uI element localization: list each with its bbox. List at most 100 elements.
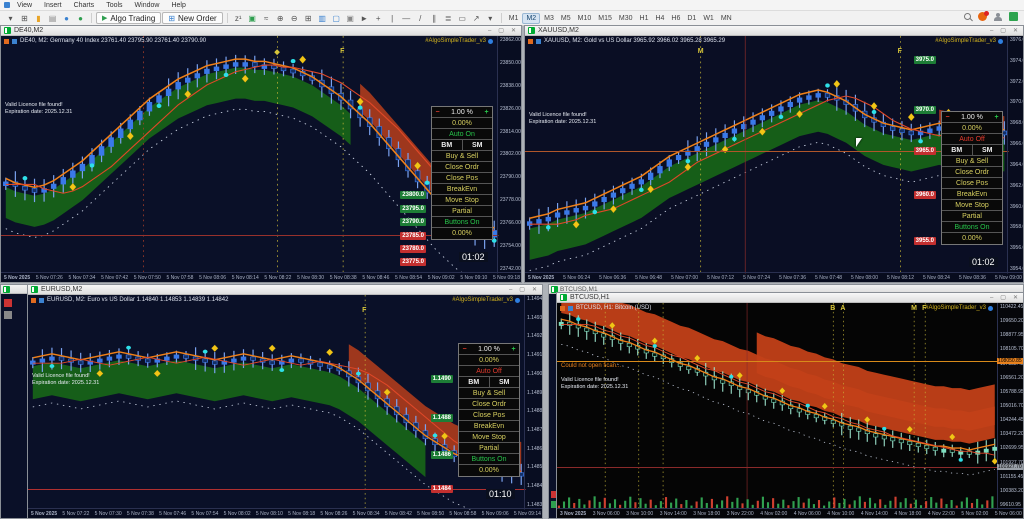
menu-tools[interactable]: Tools	[101, 2, 127, 9]
timeframe-H6[interactable]: H6	[668, 14, 683, 23]
chart-plot-btc[interactable]	[557, 303, 999, 510]
arrows-icon[interactable]: ↗	[470, 12, 483, 24]
shapes-icon[interactable]: ▭	[456, 12, 469, 24]
risk-minus-button[interactable]: −	[459, 346, 470, 353]
risk-plus-button[interactable]: +	[991, 114, 1002, 121]
minimize-button[interactable]: –	[507, 287, 514, 293]
new-order-button[interactable]: ⊞New Order	[162, 12, 222, 24]
crosshair-icon[interactable]: +	[372, 12, 385, 24]
fibonacci-icon[interactable]: ≣	[442, 12, 455, 24]
close-button[interactable]: ✕	[1011, 27, 1020, 34]
partial-button[interactable]: Partial	[432, 206, 492, 217]
timeframe-M2[interactable]: M2	[522, 13, 540, 24]
time-axis[interactable]: 5 Nov 20255 Nov 07:265 Nov 07:345 Nov 07…	[1, 272, 522, 282]
buttons-toggle-button[interactable]: Buttons On	[459, 454, 519, 465]
risk-plus-button[interactable]: +	[508, 346, 519, 353]
timeframe-M30[interactable]: M30	[616, 14, 636, 23]
restore-button[interactable]: ▢	[496, 27, 506, 34]
menu-charts[interactable]: Charts	[69, 2, 100, 9]
buy-sell-button[interactable]: Buy & Sell	[459, 388, 519, 399]
market-watch-icon[interactable]	[4, 299, 12, 307]
chart-shift-icon[interactable]: ≈	[260, 12, 273, 24]
candles-mode-icon[interactable]: ▢	[330, 12, 343, 24]
move-stop-button[interactable]: Move Stop	[432, 195, 492, 206]
time-axis[interactable]: 5 Nov 20255 Nov 06:245 Nov 06:365 Nov 06…	[525, 272, 1024, 282]
sm-button[interactable]: SM	[463, 140, 493, 150]
bm-button[interactable]: BM	[432, 140, 463, 150]
menu-window[interactable]: Window	[130, 2, 165, 9]
menu-view[interactable]: View	[12, 2, 37, 9]
bars-mode-icon[interactable]: ▥	[316, 12, 329, 24]
breakevn-button[interactable]: BreakEvn	[459, 421, 519, 432]
buy-sell-button[interactable]: Buy & Sell	[942, 156, 1002, 167]
minimize-button[interactable]: –	[486, 28, 493, 34]
move-stop-button[interactable]: Move Stop	[459, 432, 519, 443]
close-pos-button[interactable]: Close Pos	[432, 173, 492, 184]
bm-button[interactable]: BM	[459, 377, 490, 387]
notifications-icon[interactable]	[978, 12, 987, 21]
tile-windows-icon[interactable]: ⊞	[302, 12, 315, 24]
scale-fix-icon[interactable]: z¹	[232, 12, 245, 24]
navigator-icon[interactable]	[4, 311, 12, 319]
price-axis[interactable]: 23862.0023850.0023838.0023826.0023814.00…	[497, 36, 521, 274]
background-window-left[interactable]	[0, 284, 28, 519]
close-ordr-button[interactable]: Close Ordr	[432, 162, 492, 173]
vertical-line-icon[interactable]: |	[386, 12, 399, 24]
community-icon[interactable]: ●	[74, 12, 87, 24]
time-axis[interactable]: 5 Nov 20255 Nov 07:225 Nov 07:305 Nov 07…	[28, 508, 543, 518]
objects-dropdown-icon[interactable]: ▾	[484, 12, 497, 24]
auto-toggle-button[interactable]: Auto On	[432, 129, 492, 140]
camera-icon[interactable]: ▣	[344, 12, 357, 24]
bm-button[interactable]: BM	[942, 145, 973, 155]
risk-minus-button[interactable]: −	[942, 114, 953, 121]
close-ordr-button[interactable]: Close Ordr	[459, 399, 519, 410]
mailbox-icon[interactable]: ▤	[46, 12, 59, 24]
trendline-icon[interactable]: /	[414, 12, 427, 24]
horizontal-line-icon[interactable]: —	[400, 12, 413, 24]
timeframe-W1[interactable]: W1	[700, 14, 717, 23]
risk-minus-button[interactable]: −	[432, 109, 443, 116]
restore-button[interactable]: ▢	[998, 294, 1008, 301]
search-icon[interactable]	[964, 13, 971, 20]
move-stop-button[interactable]: Move Stop	[942, 200, 1002, 211]
close-button[interactable]: ✕	[509, 27, 518, 34]
timeframe-D1[interactable]: D1	[684, 14, 699, 23]
chart-window-xau[interactable]: XAUUSD,M2–▢✕MFXAUUSD, M2: Gold vs US Dol…	[524, 25, 1024, 283]
chart-plot-xau[interactable]	[525, 36, 1009, 274]
chart-window-de40[interactable]: DE40,M2–▢✕◆FDE40, M2: Germany 40 Index 2…	[0, 25, 522, 283]
alerts-icon[interactable]: ▮	[32, 12, 45, 24]
channel-icon[interactable]: ∥	[428, 12, 441, 24]
timeframe-H1[interactable]: H1	[637, 14, 652, 23]
zoom-in-icon[interactable]: ⊕	[274, 12, 287, 24]
zoom-out-icon[interactable]: ⊖	[288, 12, 301, 24]
timeframe-M10[interactable]: M10	[575, 14, 595, 23]
buttons-toggle-button[interactable]: Buttons On	[942, 222, 1002, 233]
partial-button[interactable]: Partial	[942, 211, 1002, 222]
timeframe-M5[interactable]: M5	[558, 14, 574, 23]
mql5-cloud-icon[interactable]: ●	[60, 12, 73, 24]
profile-icon[interactable]	[994, 13, 1002, 21]
menu-help[interactable]: Help	[166, 2, 190, 9]
timeframe-M3[interactable]: M3	[541, 14, 557, 23]
chart-window-btc[interactable]: BTCUSD,H1–▢✕BAMFBTCUSD, H1: Bitcoin (USD…	[556, 292, 1024, 519]
partial-button[interactable]: Partial	[459, 443, 519, 454]
sm-button[interactable]: SM	[490, 377, 520, 387]
auto-toggle-button[interactable]: Auto Off	[459, 366, 519, 377]
breakevn-button[interactable]: BreakEvn	[942, 189, 1002, 200]
chart-window-eur[interactable]: EURUSD,M2–▢✕FEURUSD, M2: Euro vs US Doll…	[27, 284, 543, 519]
buttons-toggle-button[interactable]: Buttons On	[432, 217, 492, 228]
breakevn-button[interactable]: BreakEvn	[432, 184, 492, 195]
sm-button[interactable]: SM	[973, 145, 1003, 155]
price-axis[interactable]: 3976.003974.003972.003970.003968.003966.…	[1007, 36, 1023, 274]
chart-plot-eur[interactable]	[28, 295, 526, 510]
minimize-button[interactable]: –	[988, 295, 995, 301]
timeframe-H4[interactable]: H4	[652, 14, 667, 23]
auto-toggle-button[interactable]: Auto Off	[942, 134, 1002, 145]
risk-plus-button[interactable]: +	[481, 109, 492, 116]
minimize-button[interactable]: –	[988, 28, 995, 34]
price-axis[interactable]: 1.149401.149301.149201.149101.149001.148…	[524, 295, 542, 510]
buy-sell-button[interactable]: Buy & Sell	[432, 151, 492, 162]
menu-insert[interactable]: Insert	[39, 2, 67, 9]
restore-button[interactable]: ▢	[998, 27, 1008, 34]
timeframe-M15[interactable]: M15	[595, 14, 615, 23]
